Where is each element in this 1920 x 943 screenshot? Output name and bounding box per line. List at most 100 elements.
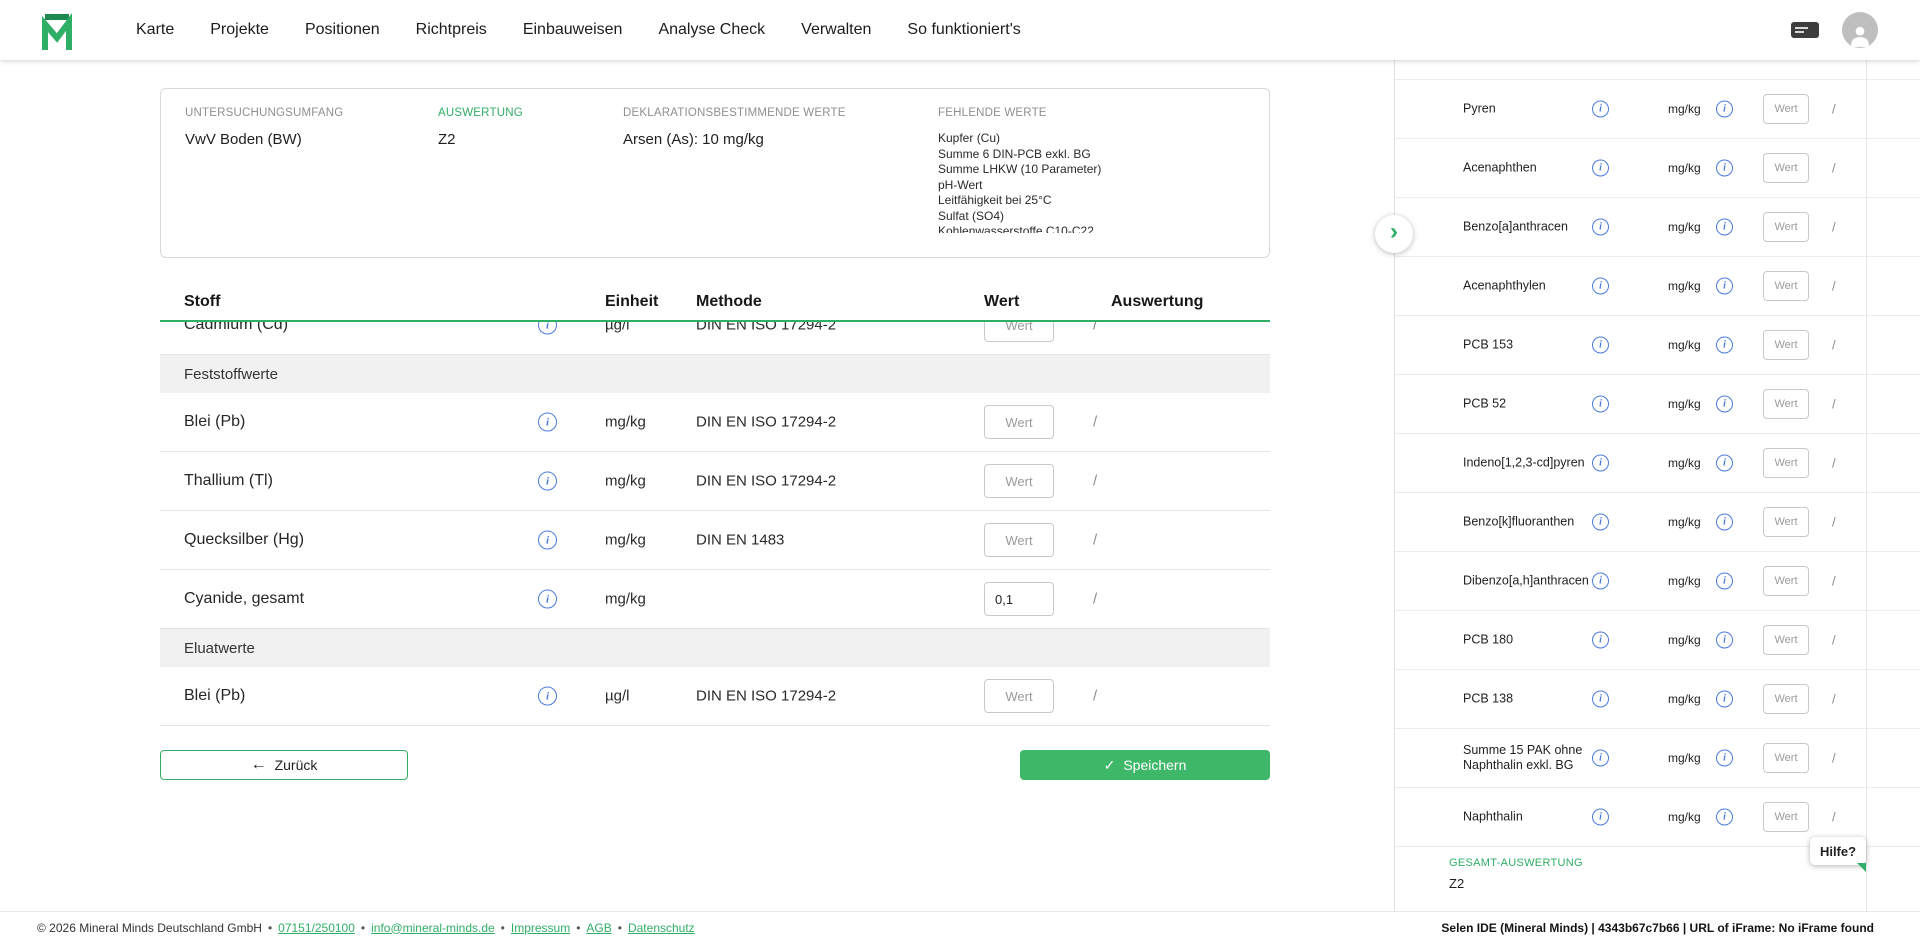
scope-value: VwV Boden (BW) bbox=[185, 131, 438, 148]
datenschutz-link[interactable]: Datenschutz bbox=[628, 921, 695, 935]
agb-link[interactable]: AGB bbox=[586, 921, 611, 935]
unit-label: mg/kg bbox=[1668, 751, 1701, 765]
value-input[interactable] bbox=[1763, 271, 1809, 301]
back-button[interactable]: ← Zurück bbox=[160, 750, 408, 780]
unit-label: mg/kg bbox=[1668, 338, 1701, 352]
table-header: Stoff Einheit Methode Wert Auswertung bbox=[160, 284, 1270, 322]
panel-row-acenaphthen: Acenaphthen i mg/kg i / bbox=[1395, 139, 1920, 198]
info-icon[interactable]: i bbox=[1592, 573, 1609, 590]
info-icon[interactable]: i bbox=[1716, 632, 1733, 649]
info-icon[interactable]: i bbox=[1716, 809, 1733, 826]
info-icon[interactable]: i bbox=[1716, 337, 1733, 354]
nav-item-einbauweisen[interactable]: Einbauweisen bbox=[523, 21, 623, 39]
panel-collapse-button[interactable]: › bbox=[1375, 215, 1413, 253]
unit-label: mg/kg bbox=[1668, 220, 1701, 234]
brand-logo-icon[interactable] bbox=[40, 10, 84, 50]
nav-item-verwalten[interactable]: Verwalten bbox=[801, 21, 871, 39]
value-input[interactable] bbox=[1763, 507, 1809, 537]
info-icon[interactable]: i bbox=[1592, 514, 1609, 531]
section-feststoffwerte: Feststoffwerte bbox=[160, 355, 1270, 393]
info-icon[interactable]: i bbox=[538, 531, 557, 550]
keyboard-icon[interactable] bbox=[1790, 20, 1820, 40]
missing-item: Summe 6 DIN-PCB exkl. BG bbox=[938, 147, 1245, 163]
panel-row-benzo-k-fluoranthen: Benzo[k]fluoranthen i mg/kg i / bbox=[1395, 493, 1920, 552]
value-input[interactable] bbox=[984, 405, 1054, 439]
impressum-link[interactable]: Impressum bbox=[511, 921, 570, 935]
panel-partial-row bbox=[1395, 60, 1920, 80]
user-avatar[interactable] bbox=[1842, 12, 1878, 48]
evaluation-value: Z2 bbox=[438, 131, 623, 148]
panel-row-pyren: Pyren i mg/kg i / bbox=[1395, 80, 1920, 139]
value-input[interactable] bbox=[984, 464, 1054, 498]
value-input[interactable] bbox=[984, 523, 1054, 557]
info-icon[interactable]: i bbox=[1716, 455, 1733, 472]
separator: • bbox=[618, 921, 622, 935]
nav-item-karte[interactable]: Karte bbox=[136, 21, 174, 39]
nav-item-so-funktionierts[interactable]: So funktioniert's bbox=[907, 21, 1020, 39]
evaluation-value: / bbox=[1093, 322, 1097, 334]
nav-item-projekte[interactable]: Projekte bbox=[210, 21, 269, 39]
nav-item-analyse-check[interactable]: Analyse Check bbox=[658, 21, 765, 39]
info-icon[interactable]: i bbox=[1592, 101, 1609, 118]
info-icon[interactable]: i bbox=[1716, 573, 1733, 590]
info-icon[interactable]: i bbox=[1716, 160, 1733, 177]
info-icon[interactable]: i bbox=[538, 687, 557, 706]
substance-name: Cyanide, gesamt bbox=[184, 590, 304, 608]
evaluation-value: / bbox=[1832, 279, 1836, 294]
substance-name: Cadmium (Cd) bbox=[184, 322, 288, 334]
unit-label: mg/kg bbox=[1668, 515, 1701, 529]
value-input[interactable] bbox=[1763, 330, 1809, 360]
info-icon[interactable]: i bbox=[1592, 691, 1609, 708]
info-icon[interactable]: i bbox=[538, 413, 557, 432]
email-link[interactable]: info@mineral-minds.de bbox=[371, 921, 495, 935]
value-input[interactable] bbox=[1763, 684, 1809, 714]
value-input[interactable] bbox=[984, 322, 1054, 342]
help-button[interactable]: Hilfe? bbox=[1810, 837, 1866, 865]
info-icon[interactable]: i bbox=[538, 472, 557, 491]
panel-row-pcb-153: PCB 153 i mg/kg i / bbox=[1395, 316, 1920, 375]
value-input[interactable] bbox=[984, 582, 1054, 616]
main-content: UNTERSUCHUNGSUMFANG VwV Boden (BW) AUSWE… bbox=[160, 60, 1270, 780]
nav-item-positionen[interactable]: Positionen bbox=[305, 21, 380, 39]
value-input[interactable] bbox=[1763, 743, 1809, 773]
nav-item-richtpreis[interactable]: Richtpreis bbox=[416, 21, 487, 39]
info-icon[interactable]: i bbox=[1716, 691, 1733, 708]
value-input[interactable] bbox=[1763, 94, 1809, 124]
value-input[interactable] bbox=[1763, 625, 1809, 655]
action-bar: ← Zurück ✓ Speichern bbox=[160, 750, 1270, 780]
info-icon[interactable]: i bbox=[1592, 632, 1609, 649]
summary-missing: FEHLENDE WERTE Kupfer (Cu) Summe 6 DIN-P… bbox=[938, 107, 1245, 239]
evaluation-value: / bbox=[1093, 591, 1097, 608]
info-icon[interactable]: i bbox=[1716, 219, 1733, 236]
value-input[interactable] bbox=[1763, 566, 1809, 596]
method-label: DIN EN ISO 17294-2 bbox=[696, 688, 836, 705]
info-icon[interactable]: i bbox=[1592, 750, 1609, 767]
info-icon[interactable]: i bbox=[1592, 278, 1609, 295]
value-input[interactable] bbox=[1763, 153, 1809, 183]
info-icon[interactable]: i bbox=[1592, 160, 1609, 177]
value-input[interactable] bbox=[1763, 389, 1809, 419]
info-icon[interactable]: i bbox=[538, 590, 557, 609]
phone-link[interactable]: 07151/250100 bbox=[278, 921, 355, 935]
info-icon[interactable]: i bbox=[538, 322, 557, 335]
info-icon[interactable]: i bbox=[1592, 337, 1609, 354]
info-icon[interactable]: i bbox=[1716, 750, 1733, 767]
save-button[interactable]: ✓ Speichern bbox=[1020, 750, 1270, 780]
method-label: DIN EN ISO 17294-2 bbox=[696, 414, 836, 431]
value-input[interactable] bbox=[1763, 448, 1809, 478]
info-icon[interactable]: i bbox=[1716, 396, 1733, 413]
evaluation-value: / bbox=[1832, 692, 1836, 707]
value-input[interactable] bbox=[1763, 212, 1809, 242]
info-icon[interactable]: i bbox=[1716, 514, 1733, 531]
value-input[interactable] bbox=[984, 679, 1054, 713]
info-icon[interactable]: i bbox=[1592, 219, 1609, 236]
value-input[interactable] bbox=[1763, 802, 1809, 832]
info-icon[interactable]: i bbox=[1716, 278, 1733, 295]
info-icon[interactable]: i bbox=[1592, 455, 1609, 472]
section-title: Feststoffwerte bbox=[184, 366, 278, 383]
chevron-right-icon: › bbox=[1390, 218, 1398, 246]
side-panel: Pyren i mg/kg i / Acenaphthen i mg/kg i … bbox=[1394, 60, 1920, 911]
info-icon[interactable]: i bbox=[1592, 396, 1609, 413]
info-icon[interactable]: i bbox=[1716, 101, 1733, 118]
info-icon[interactable]: i bbox=[1592, 809, 1609, 826]
